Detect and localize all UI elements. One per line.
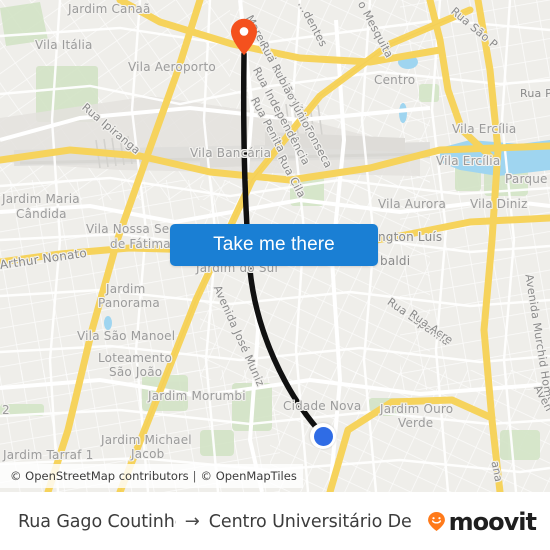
map-attribution: © OpenStreetMap contributors | © OpenMap… xyxy=(0,464,303,488)
moovit-wordmark: moovit xyxy=(448,507,537,536)
arrow-right-icon: → xyxy=(184,511,200,532)
current-location-dot-icon[interactable] xyxy=(310,423,336,449)
take-me-there-label: Take me there xyxy=(213,234,335,255)
openmaptiles-attribution-link[interactable]: © OpenMapTiles xyxy=(201,469,297,483)
route-summary-bar: Rua Gago Coutinho, ... → Centro Universi… xyxy=(0,492,550,550)
moovit-pin-smile-icon xyxy=(426,511,447,532)
take-me-there-button[interactable]: Take me there xyxy=(170,224,378,266)
osm-attribution-link[interactable]: © OpenStreetMap contributors xyxy=(10,469,189,483)
attribution-separator: | xyxy=(192,469,197,483)
moovit-route-screen: Jardim Canaã Vila Itália Vila Aeroporto Jar… xyxy=(0,0,550,550)
route-origin-label: Rua Gago Coutinho, ... xyxy=(18,511,176,532)
map-viewport[interactable]: Jardim Canaã Vila Itália Vila Aeroporto Jar… xyxy=(0,0,550,492)
moovit-logo[interactable]: moovit xyxy=(426,507,537,536)
route-destination-label: Centro Universitário De Rio ... xyxy=(208,511,418,532)
route-endpoints[interactable]: Rua Gago Coutinho, ... → Centro Universi… xyxy=(18,511,418,532)
